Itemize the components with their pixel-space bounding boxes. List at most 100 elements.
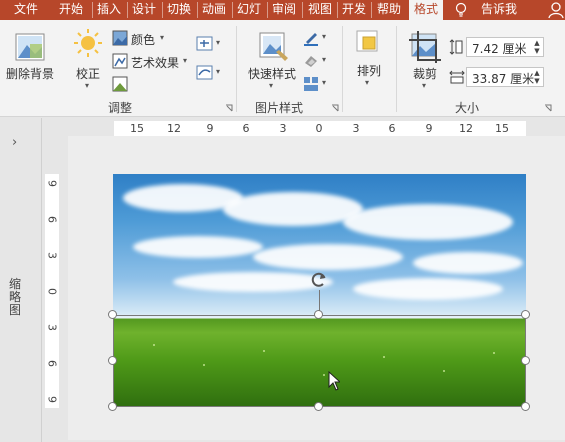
selection-frame [113,315,526,407]
compress-pictures-icon[interactable] [196,36,213,51]
corrections-sun-icon[interactable] [73,28,103,58]
chevron-down-icon[interactable]: ▾ [216,67,220,76]
ribbon-panel: 删除背景 校正 ▾ 颜色 ▾ 艺术效果 ▾ ▾ ▾ 调整 快速样式 ▾ ▾ ▾ … [0,20,565,117]
ruler-tick: 6 [45,360,59,367]
color-icon[interactable] [112,30,128,46]
ruler-tick: 12 [459,122,473,135]
tab-home[interactable]: 开始 [55,0,87,20]
group-separator [396,26,397,112]
resize-handle-top-left[interactable] [108,310,117,319]
chevron-down-icon[interactable]: ▾ [183,56,187,65]
ruler-tick: 6 [242,122,250,135]
resize-handle-bottom-left[interactable] [108,402,117,411]
dialog-launcher-icon[interactable] [225,104,233,112]
chevron-down-icon[interactable]: ▾ [85,81,89,90]
increase-height-icon[interactable]: ▲ [533,39,541,47]
transparency-icon[interactable] [112,76,128,92]
chevron-down-icon[interactable]: ▾ [422,81,426,90]
cloud [223,192,363,226]
chevron-down-icon[interactable]: ▾ [322,78,326,87]
cloud [353,278,503,300]
chevron-down-icon[interactable]: ▾ [269,81,273,90]
dialog-launcher-icon[interactable] [331,104,339,112]
ruler-tick: 6 [45,216,59,223]
corrections-button[interactable]: 校正 [76,65,100,82]
ruler-tick: 3 [352,122,360,135]
decrease-height-icon[interactable]: ▼ [533,47,541,55]
artistic-effects-icon[interactable] [112,53,128,69]
ruler-tick: 0 [315,122,323,135]
picture-styles-group-label: 图片样式 [255,101,304,115]
ruler-tick: 9 [206,122,214,135]
ruler-tick: 3 [279,122,287,135]
change-picture-icon[interactable] [196,65,213,80]
ruler-tick: 6 [388,122,396,135]
shape-width-icon [449,70,465,84]
tab-view[interactable]: 视图 [304,0,336,20]
lightbulb-icon[interactable] [454,2,468,18]
horizontal-ruler: 15 12 9 6 3 0 3 6 9 12 15 [114,121,526,136]
picture-border-icon[interactable] [303,30,319,46]
shape-height-icon [449,39,463,55]
tab-design[interactable]: 设计 [128,0,160,20]
tab-separator [371,2,372,18]
group-separator [342,26,343,112]
resize-handle-top[interactable] [314,310,323,319]
arrange-icon[interactable] [354,28,384,58]
expand-pane-chevron-icon[interactable]: › [12,135,17,150]
ribbon-tab-bar: 文件 开始 插入 设计 切换 动画 幻灯 审阅 视图 开发 帮助 格式 告诉我 [0,0,565,20]
resize-handle-bottom[interactable] [314,402,323,411]
crop-button[interactable]: 裁剪 [413,65,437,82]
cloud [133,236,263,258]
quick-styles-button[interactable]: 快速样式 [248,65,296,82]
ruler-tick: 0 [45,288,59,295]
crop-icon[interactable] [408,30,442,64]
mouse-pointer-icon [328,371,340,391]
chevron-down-icon[interactable]: ▾ [322,55,326,64]
tab-animations[interactable]: 动画 [198,0,230,20]
artistic-effects-button[interactable]: 艺术效果 [131,54,179,71]
rotate-handle-icon[interactable] [309,270,329,290]
thumbnail-pane: › 缩略图 [0,118,42,442]
decrease-width-icon[interactable]: ▼ [533,77,541,85]
resize-handle-left[interactable] [108,356,117,365]
cloud [253,244,403,270]
tab-file[interactable]: 文件 [4,0,48,20]
ruler-tick: 9 [45,396,59,403]
cloud [343,204,513,240]
tab-format[interactable]: 格式 [409,0,443,20]
height-input[interactable]: 7.42 厘米 ▲ ▼ [466,37,544,57]
picture-layout-icon[interactable] [303,76,319,92]
resize-handle-top-right[interactable] [521,310,530,319]
chevron-down-icon[interactable]: ▾ [322,32,326,41]
tab-insert[interactable]: 插入 [93,0,125,20]
picture-effects-icon[interactable] [303,53,319,69]
increase-width-icon[interactable]: ▲ [533,69,541,77]
chevron-down-icon[interactable]: ▾ [365,78,369,87]
tell-me-search[interactable]: 告诉我 [481,0,517,20]
user-account-icon[interactable] [547,1,565,19]
width-input[interactable]: 33.87 厘米 ▲ ▼ [466,67,544,87]
arrange-button[interactable]: 排列 [357,62,381,79]
vertical-ruler: 9 6 3 0 3 6 9 [45,174,59,408]
tab-help[interactable]: 帮助 [373,0,405,20]
ruler-tick: 15 [495,122,509,135]
thumbnail-pane-label[interactable]: 缩略图 [9,278,23,317]
tab-developer[interactable]: 开发 [338,0,370,20]
cloud [413,252,523,274]
quick-styles-icon[interactable] [257,30,291,64]
remove-background-button[interactable]: 删除背景 [6,65,54,82]
color-button[interactable]: 颜色 [131,31,155,48]
ruler-tick: 3 [45,324,59,331]
chevron-down-icon[interactable]: ▾ [160,33,164,42]
ruler-tick: 15 [130,122,144,135]
size-group-label: 大小 [455,101,480,115]
resize-handle-right[interactable] [521,356,530,365]
tab-slideshow[interactable]: 幻灯 [233,0,265,20]
dialog-launcher-icon[interactable] [544,104,552,112]
tab-transitions[interactable]: 切换 [163,0,195,20]
tab-review[interactable]: 审阅 [268,0,300,20]
remove-background-icon[interactable] [13,30,47,64]
chevron-down-icon[interactable]: ▾ [216,38,220,47]
resize-handle-bottom-right[interactable] [521,402,530,411]
